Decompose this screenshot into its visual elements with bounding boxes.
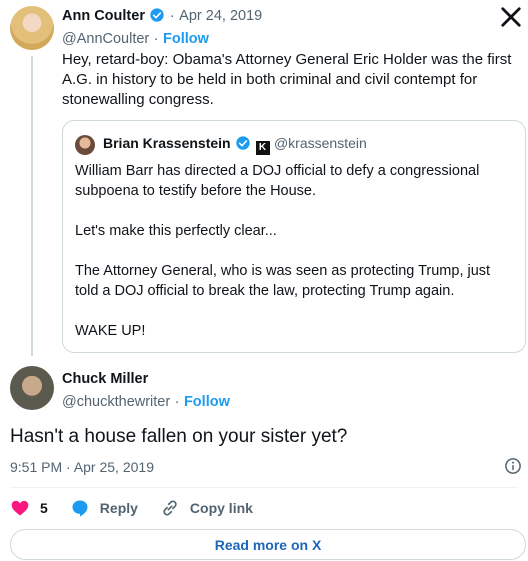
quoted-tweet-card[interactable]: Brian Krassenstein K @krassenstein Willi… — [62, 120, 526, 353]
quoted-paragraph: The Attorney General, who is was seen as… — [75, 263, 491, 299]
author-handle: @krassenstein — [273, 135, 367, 151]
quoted-paragraph: WAKE UP! — [75, 323, 146, 339]
quoted-header: Brian Krassenstein K @krassenstein — [103, 135, 367, 155]
author-handle[interactable]: @AnnCoulter — [62, 31, 149, 47]
separator: · — [169, 8, 175, 24]
reply-label: Reply — [99, 500, 138, 516]
quoted-paragraph: Let's make this perfectly clear... — [75, 223, 277, 239]
separator: · — [174, 394, 180, 410]
tweet-text: Hey, retard-boy: Obama's Attorney Genera… — [62, 51, 512, 108]
like-button[interactable]: 5 — [10, 498, 48, 518]
avatar[interactable] — [10, 6, 54, 50]
author-name[interactable]: Ann Coulter — [62, 8, 145, 24]
reply-button[interactable]: Reply — [70, 498, 138, 518]
copy-link-button[interactable]: Copy link — [160, 498, 253, 518]
author-name: Brian Krassenstein — [103, 135, 231, 151]
avatar[interactable] — [10, 366, 54, 410]
follow-button[interactable]: Follow — [184, 394, 230, 410]
verified-badge-icon — [150, 8, 165, 22]
copy-link-label: Copy link — [189, 500, 253, 516]
info-icon[interactable] — [504, 457, 522, 475]
handle-row: @chuckthewriter · Follow — [62, 393, 230, 411]
author-handle[interactable]: @chuckthewriter — [62, 394, 170, 410]
author-name[interactable]: Chuck Miller — [62, 371, 148, 387]
tweet-date[interactable]: Apr 24, 2019 — [179, 8, 262, 24]
separator: · — [153, 31, 159, 47]
reply-bubble-icon — [72, 500, 88, 517]
reply-text: Hasn't a house fallen on your sister yet… — [10, 426, 348, 447]
avatar — [75, 135, 95, 155]
tweet-header: Ann Coulter · Apr 24, 2019 — [62, 7, 262, 25]
handle-row: @AnnCoulter · Follow — [62, 30, 209, 48]
follow-button[interactable]: Follow — [163, 31, 209, 47]
reply-header: Chuck Miller — [62, 370, 148, 388]
verified-badge-icon — [236, 136, 250, 150]
timestamp[interactable]: 9:51 PM · Apr 25, 2019 — [10, 459, 154, 475]
divider — [10, 487, 518, 488]
link-icon — [163, 500, 177, 516]
heart-icon — [11, 500, 29, 516]
read-more-button[interactable]: Read more on X — [10, 529, 526, 560]
x-logo-icon[interactable] — [500, 6, 522, 28]
like-count: 5 — [40, 500, 48, 516]
action-bar: 5 Reply Copy link — [10, 497, 275, 519]
affiliate-badge-icon: K — [255, 141, 270, 155]
quoted-paragraph: William Barr has directed a DOJ official… — [75, 163, 480, 199]
thread-line — [31, 56, 33, 356]
quoted-tweet-text: William Barr has directed a DOJ official… — [75, 161, 515, 361]
